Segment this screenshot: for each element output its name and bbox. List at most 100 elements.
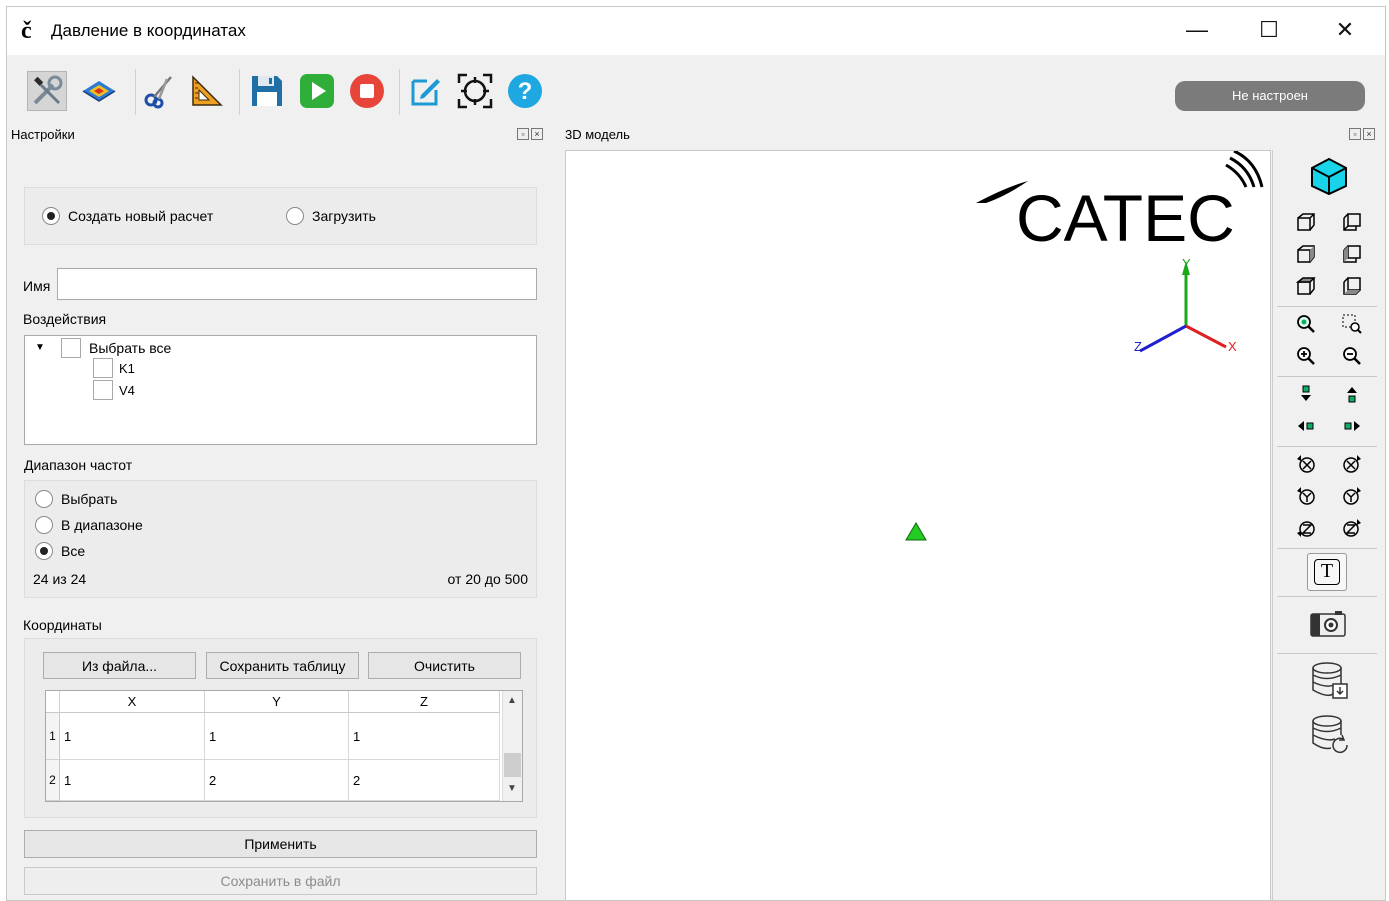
mode-load-label: Загрузить <box>312 208 376 224</box>
maximize-button[interactable]: ☐ <box>1233 7 1305 53</box>
run-button[interactable] <box>297 71 337 111</box>
right-view-button[interactable] <box>1337 240 1367 268</box>
view-right-icon <box>1343 245 1361 263</box>
refresh-database-button[interactable] <box>1309 713 1351 755</box>
actions-label: Воздействия <box>23 311 107 327</box>
svg-text:?: ? <box>518 78 533 105</box>
table-cell[interactable]: 1 <box>205 713 349 760</box>
action-item[interactable]: K1 <box>93 358 135 378</box>
coordinates-table: X Y Z 1 1 1 1 2 1 2 2 ▲ ▼ <box>45 690 523 802</box>
clear-table-button[interactable]: Очистить <box>368 652 521 679</box>
rotate-x-cw-button[interactable] <box>1337 450 1367 478</box>
name-input[interactable] <box>57 268 537 300</box>
column-header-x[interactable]: X <box>60 691 205 713</box>
action-label: K1 <box>119 360 135 376</box>
rotate-y-left-icon <box>1297 487 1315 505</box>
radio-indicator <box>35 490 53 508</box>
coordinates-label: Координаты <box>23 617 102 633</box>
dock-float-icon[interactable]: ▫ <box>517 128 529 140</box>
cut-button[interactable] <box>139 71 179 111</box>
table-cell[interactable]: 2 <box>349 760 500 801</box>
freq-option-label: В диапазоне <box>61 517 143 533</box>
action-item[interactable]: V4 <box>93 380 135 400</box>
text-annotation-button[interactable]: T <box>1307 553 1347 591</box>
action-checkbox[interactable] <box>93 380 113 400</box>
table-cell[interactable]: 1 <box>60 713 205 760</box>
save-button[interactable] <box>247 71 287 111</box>
catec-logo-text: CATEC <box>1016 181 1235 255</box>
freq-range-radio[interactable]: В диапазоне <box>35 516 143 534</box>
scroll-up-icon[interactable]: ▲ <box>507 695 517 706</box>
pan-up-button[interactable] <box>1337 380 1367 408</box>
rotate-z-right-icon <box>1343 519 1361 537</box>
table-scrollbar[interactable]: ▲ ▼ <box>502 691 522 801</box>
dock-close-icon[interactable]: × <box>531 128 543 140</box>
table-cell[interactable]: 1 <box>60 760 205 801</box>
scroll-down-icon[interactable]: ▼ <box>507 783 517 794</box>
pan-right-icon <box>1344 421 1360 431</box>
scroll-thumb[interactable] <box>504 753 521 777</box>
expand-arrow-icon[interactable]: ▼ <box>35 342 45 353</box>
minimize-button[interactable]: — <box>1161 7 1233 53</box>
column-header-z[interactable]: Z <box>349 691 500 713</box>
dock-close-icon[interactable]: × <box>1363 128 1375 140</box>
zoom-window-button[interactable] <box>1337 310 1367 338</box>
fit-view-button[interactable] <box>455 71 495 111</box>
select-all-checkbox[interactable] <box>61 338 81 358</box>
rotate-z-ccw-button[interactable] <box>1291 514 1321 542</box>
table-cell[interactable]: 1 <box>349 713 500 760</box>
mode-load-radio[interactable]: Загрузить <box>286 207 376 225</box>
database-export-icon <box>1312 662 1348 699</box>
select-all-item[interactable]: Выбрать все <box>61 338 171 358</box>
pan-left-button[interactable] <box>1291 412 1321 440</box>
rotate-z-cw-button[interactable] <box>1337 514 1367 542</box>
front-view-button[interactable] <box>1291 208 1321 236</box>
settings-tools-button[interactable] <box>27 71 67 111</box>
window-title: Давление в координатах <box>51 21 246 40</box>
dock-float-icon[interactable]: ▫ <box>1349 128 1361 140</box>
y-axis-label: Y <box>1182 256 1191 271</box>
action-checkbox[interactable] <box>93 358 113 378</box>
pan-right-button[interactable] <box>1337 412 1367 440</box>
screenshot-button[interactable] <box>1309 608 1347 640</box>
frequency-label: Диапазон частот <box>24 457 133 473</box>
column-header-y[interactable]: Y <box>205 691 349 713</box>
iso-view-button[interactable] <box>1309 156 1349 196</box>
zoom-in-button[interactable] <box>1291 342 1321 370</box>
rotate-y-right-icon <box>1343 487 1361 505</box>
surface-view-button[interactable] <box>79 71 119 111</box>
freq-select-radio[interactable]: Выбрать <box>35 490 117 508</box>
back-view-button[interactable] <box>1337 208 1367 236</box>
3d-viewport[interactable]: CATEC Y X Z <box>565 150 1271 900</box>
pan-down-button[interactable] <box>1291 380 1321 408</box>
point-marker[interactable] <box>905 522 927 541</box>
top-view-button[interactable] <box>1291 272 1321 300</box>
measure-button[interactable] <box>187 71 227 111</box>
save-to-file-button[interactable]: Сохранить в файл <box>24 867 537 895</box>
stop-button[interactable] <box>347 71 387 111</box>
zoom-out-button[interactable] <box>1337 342 1367 370</box>
apply-button[interactable]: Применить <box>24 830 537 858</box>
load-from-file-button[interactable]: Из файла... <box>43 652 196 679</box>
rotate-y-cw-button[interactable] <box>1337 482 1367 510</box>
bottom-view-button[interactable] <box>1337 272 1367 300</box>
database-refresh-icon <box>1312 715 1348 754</box>
zoom-out-icon <box>1343 347 1361 365</box>
export-database-button[interactable] <box>1309 660 1351 702</box>
freq-all-radio[interactable]: Все <box>35 542 85 560</box>
row-header[interactable]: 1 <box>46 713 60 760</box>
help-button[interactable]: ? <box>505 71 545 111</box>
left-view-button[interactable] <box>1291 240 1321 268</box>
rotate-x-ccw-button[interactable] <box>1291 450 1321 478</box>
rotate-y-ccw-button[interactable] <box>1291 482 1321 510</box>
row-header[interactable]: 2 <box>46 760 60 801</box>
separator <box>1277 653 1377 654</box>
mode-new-radio[interactable]: Создать новый расчет <box>42 207 213 225</box>
edit-button[interactable] <box>405 71 445 111</box>
table-cell[interactable]: 2 <box>205 760 349 801</box>
save-table-button[interactable]: Сохранить таблицу <box>206 652 359 679</box>
zoom-fit-button[interactable] <box>1291 310 1321 338</box>
close-button[interactable]: ✕ <box>1309 7 1381 53</box>
view-front-icon <box>1297 213 1315 231</box>
view-left-icon <box>1297 245 1315 263</box>
